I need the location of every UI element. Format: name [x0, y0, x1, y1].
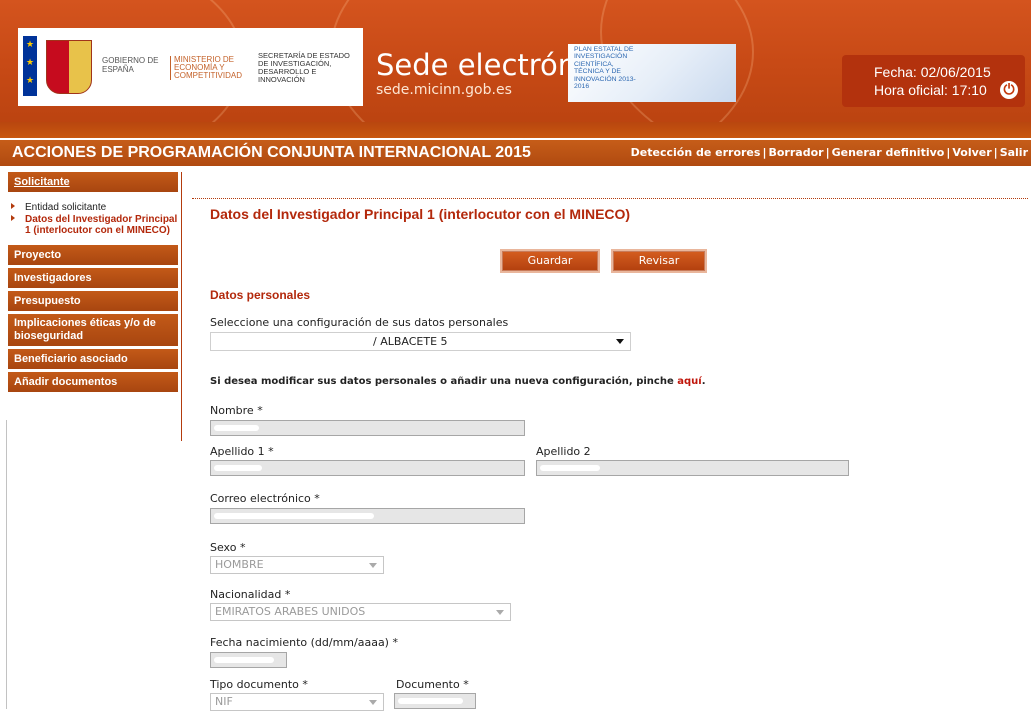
sidebar-item-implicaciones[interactable]: Implicaciones éticas y/o de bioseguridad	[8, 314, 178, 346]
redacted-value	[214, 465, 262, 471]
nacionalidad-select[interactable]: EMIRATOS ARABES UNIDOS	[210, 603, 511, 621]
guardar-button[interactable]: Guardar	[502, 251, 598, 271]
coat-of-arms-icon	[46, 40, 92, 94]
config-select[interactable]: / ALBACETE 5	[210, 332, 631, 351]
sidebar-divider	[181, 172, 182, 441]
hora-label: Hora oficial: 17:10	[874, 82, 987, 98]
revisar-button[interactable]: Revisar	[613, 251, 705, 271]
gobierno-label: GOBIERNO DE ESPAÑA	[102, 56, 159, 74]
sidebar-subitem-entidad[interactable]: Entidad solicitante	[8, 202, 178, 213]
sidebar-item-solicitante[interactable]: Solicitante	[8, 172, 178, 192]
arrow-right-icon	[11, 203, 15, 209]
site-header: ★ ★ ★ GOBIERNO DE ESPAÑA MINISTERIO DE E…	[0, 0, 1031, 138]
sidebar-item-beneficiario[interactable]: Beneficiario asociado	[8, 349, 178, 369]
form-title: Datos del Investigador Principal 1 (inte…	[210, 206, 631, 222]
config-select-value: / ALBACETE 5	[373, 335, 448, 348]
aqui-link[interactable]: aquí	[677, 376, 701, 387]
chevron-down-icon	[616, 339, 624, 344]
secretaria-label: SECRETARÍA DE ESTADO DE INVESTIGACIÓN, D…	[258, 51, 350, 84]
link-volver[interactable]: Volver	[952, 146, 991, 159]
plan-estatal-banner: PLAN ESTATAL DE INVESTIGACIÓN CIENTÍFICA…	[568, 44, 736, 102]
page-heading: ACCIONES DE PROGRAMACIÓN CONJUNTA INTERN…	[12, 144, 531, 161]
sidebar-submenu: Entidad solicitante Datos del Investigad…	[8, 192, 178, 245]
fecha-nacimiento-field[interactable]	[210, 652, 287, 668]
link-borrador[interactable]: Borrador	[768, 146, 823, 159]
redacted-value	[540, 465, 600, 471]
sexo-select-value: HOMBRE	[215, 558, 264, 571]
apellido2-label: Apellido 2	[536, 445, 591, 458]
sidebar-item-documentos[interactable]: Añadir documentos	[8, 372, 178, 392]
redacted-value	[214, 425, 259, 431]
title-bar: ACCIONES DE PROGRAMACIÓN CONJUNTA INTERN…	[0, 140, 1031, 166]
apellido2-field[interactable]	[536, 460, 849, 476]
apellido1-field[interactable]	[210, 460, 525, 476]
link-deteccion-errores[interactable]: Detección de errores	[631, 146, 761, 159]
fecha-nacimiento-label: Fecha nacimiento (dd/mm/aaaa) *	[210, 636, 398, 649]
documento-label: Documento *	[396, 678, 469, 691]
nacionalidad-label: Nacionalidad *	[210, 588, 291, 601]
info-text-end: .	[701, 376, 706, 387]
nacionalidad-select-value: EMIRATOS ARABES UNIDOS	[215, 605, 366, 618]
redacted-value	[214, 513, 374, 519]
sidebar-subitem-label: Datos del Investigador Principal 1 (inte…	[25, 214, 178, 236]
sidebar-item-proyecto[interactable]: Proyecto	[8, 245, 178, 265]
info-text-body: Si desea modificar sus datos personales …	[210, 376, 678, 387]
tipo-documento-select-value: NIF	[215, 695, 233, 708]
redacted-value	[398, 698, 463, 704]
correo-label: Correo electrónico *	[210, 492, 320, 505]
config-label: Seleccione una configuración de sus dato…	[210, 316, 509, 329]
sidebar: Solicitante Entidad solicitante Datos de…	[8, 172, 178, 395]
sidebar-item-investigadores[interactable]: Investigadores	[8, 268, 178, 288]
link-generar-definitivo[interactable]: Generar definitivo	[832, 146, 945, 159]
government-logo-block: ★ ★ ★ GOBIERNO DE ESPAÑA MINISTERIO DE E…	[18, 28, 363, 106]
power-icon[interactable]: ⏻	[1000, 81, 1018, 99]
date-time-box: Fecha: 02/06/2015 Hora oficial: 17:10 ⏻	[842, 55, 1025, 107]
link-salir[interactable]: Salir	[1000, 146, 1028, 159]
sexo-select[interactable]: HOMBRE	[210, 556, 384, 574]
plan-estatal-label: PLAN ESTATAL DE INVESTIGACIÓN CIENTÍFICA…	[574, 46, 636, 91]
nombre-field[interactable]	[210, 420, 525, 436]
section-divider	[192, 198, 1028, 199]
documento-field[interactable]	[394, 693, 476, 709]
eu-flag-icon: ★ ★ ★	[23, 36, 37, 96]
chevron-down-icon	[369, 563, 377, 568]
apellido1-label: Apellido 1 *	[210, 445, 274, 458]
section-title: Datos personales	[210, 288, 311, 302]
sidebar-subitem-investigador[interactable]: Datos del Investigador Principal 1 (inte…	[8, 214, 178, 236]
sidebar-subitem-label: Entidad solicitante	[25, 202, 107, 213]
sede-url[interactable]: sede.micinn.gob.es	[376, 82, 512, 98]
sexo-label: Sexo *	[210, 541, 246, 554]
fecha-label: Fecha: 02/06/2015	[874, 64, 991, 80]
chevron-down-icon	[369, 700, 377, 705]
nombre-label: Nombre *	[210, 404, 263, 417]
action-links: Detección de errores | Borrador | Generar de…	[630, 146, 1028, 159]
sidebar-item-presupuesto[interactable]: Presupuesto	[8, 291, 178, 311]
ministerio-label: MINISTERIO DE ECONOMÍA Y COMPETITIVIDAD	[170, 56, 252, 80]
chevron-down-icon	[496, 610, 504, 615]
left-border	[6, 420, 7, 709]
info-text: Si desea modificar sus datos personales …	[210, 376, 706, 387]
correo-field[interactable]	[210, 508, 525, 524]
arrow-right-icon	[11, 215, 15, 221]
tipo-documento-select[interactable]: NIF	[210, 693, 384, 711]
redacted-value	[214, 657, 274, 663]
header-band	[0, 122, 1031, 138]
tipo-documento-label: Tipo documento *	[210, 678, 308, 691]
